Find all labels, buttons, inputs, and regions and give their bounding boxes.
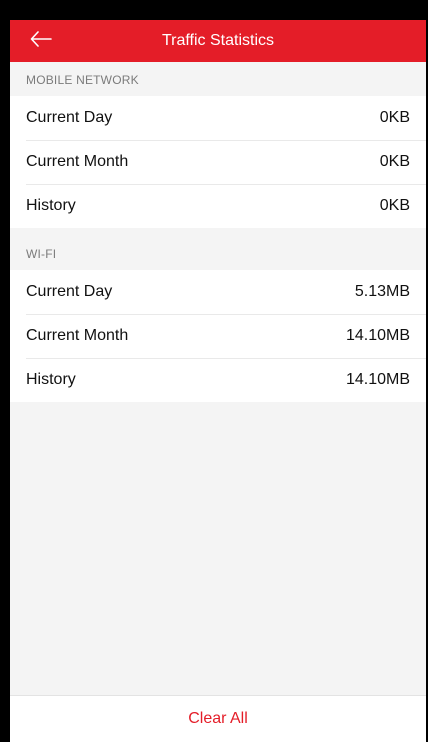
app-screen: Traffic Statistics MOBILE NETWORK Curren…	[0, 0, 428, 742]
list-item: Current Day 0KB	[10, 96, 426, 140]
row-label: History	[26, 371, 76, 388]
bottom-bar: Clear All	[10, 695, 426, 742]
row-label: Current Day	[26, 109, 113, 126]
clear-all-button[interactable]: Clear All	[188, 710, 248, 728]
row-value: 5.13MB	[354, 283, 410, 300]
section-header-mobile-network: MOBILE NETWORK	[26, 73, 139, 87]
row-value: 0KB	[379, 197, 410, 214]
row-value: 0KB	[379, 109, 410, 126]
list-item: Current Day 5.13MB	[10, 270, 426, 314]
traffic-content: MOBILE NETWORK Current Day 0KB Current M…	[10, 62, 426, 696]
row-label: Current Day	[26, 283, 113, 300]
row-label: Current Month	[26, 327, 129, 344]
list-item: History 14.10MB	[10, 358, 426, 402]
section-header-wifi: WI-FI	[26, 247, 57, 261]
row-value: 14.10MB	[345, 371, 410, 388]
app-header: Traffic Statistics	[10, 20, 426, 62]
list-item: History 0KB	[10, 184, 426, 228]
row-value: 14.10MB	[345, 327, 410, 344]
wifi-list: Current Day 5.13MB Current Month 14.10MB…	[10, 270, 426, 402]
list-item: Current Month 14.10MB	[10, 314, 426, 358]
row-value: 0KB	[379, 153, 410, 170]
page-title: Traffic Statistics	[161, 32, 275, 49]
mobile-network-list: Current Day 0KB Current Month 0KB Histor…	[10, 96, 426, 228]
list-item: Current Month 0KB	[10, 140, 426, 184]
row-label: Current Month	[26, 153, 129, 170]
row-label: History	[26, 197, 76, 214]
